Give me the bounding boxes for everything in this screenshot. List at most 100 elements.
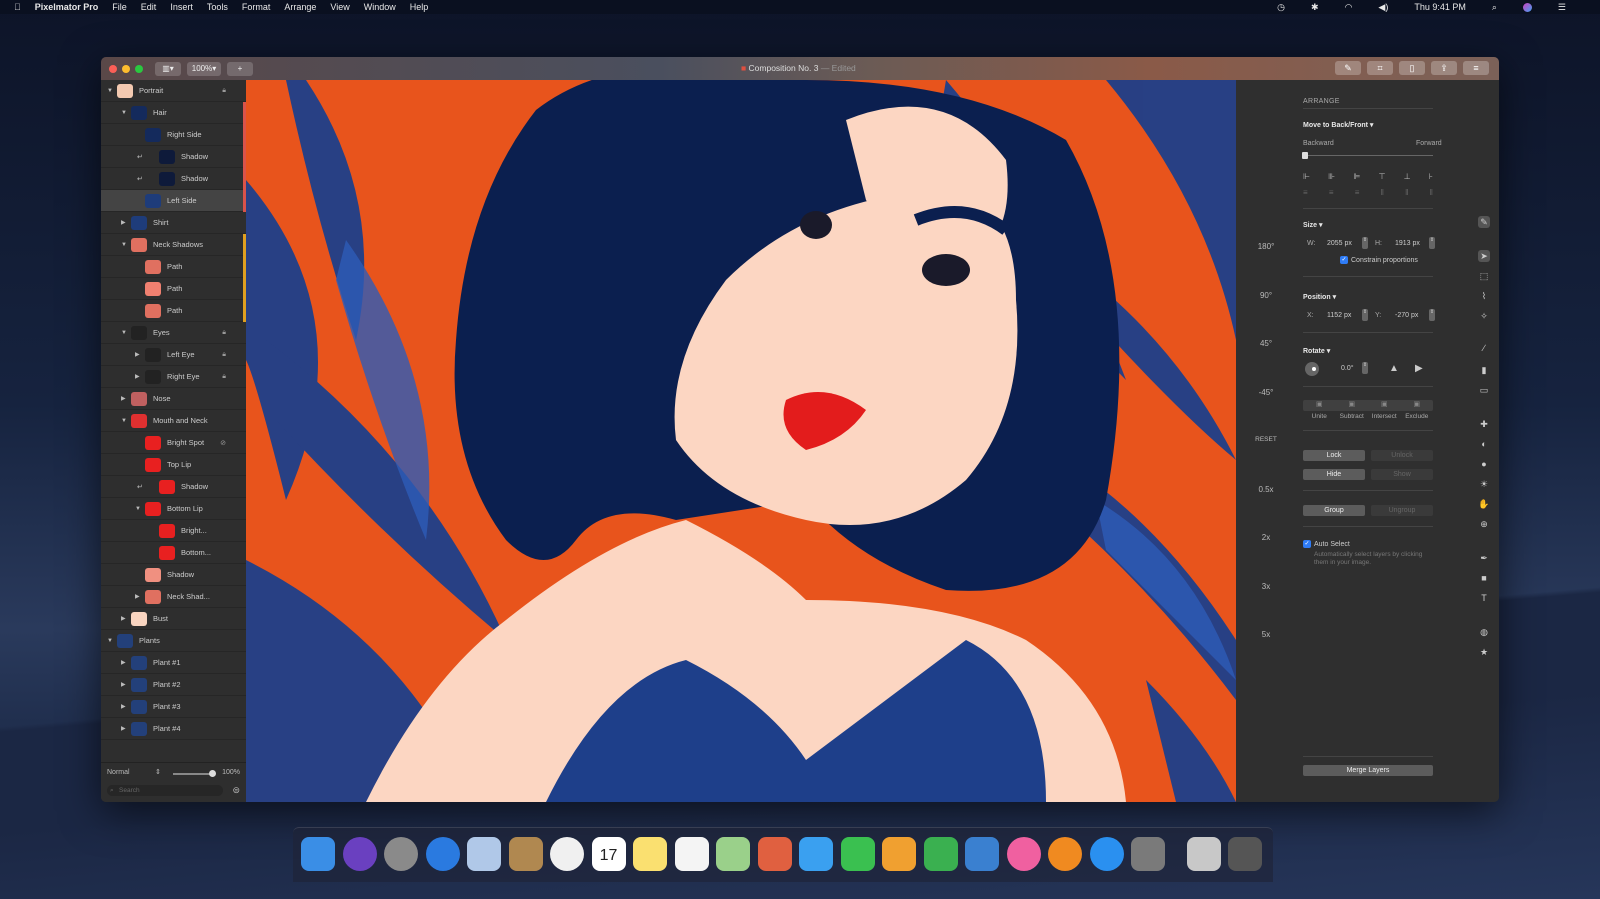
intersect-icon[interactable]: ▣ [1368, 400, 1401, 411]
type-tool-icon[interactable]: T [1478, 592, 1490, 604]
height-field[interactable]: 1913 px [1395, 240, 1420, 247]
flip-vertical-icon[interactable]: ▶ [1415, 363, 1423, 374]
exclude-button[interactable]: Exclude [1401, 413, 1434, 420]
tools-toggle-button[interactable]: ✎ [1335, 61, 1361, 75]
align-left-icon[interactable]: ⊩ [1303, 172, 1310, 181]
retouch-tool-icon[interactable]: ✚ [1478, 418, 1490, 430]
layer-row[interactable]: ↵ Shadow [101, 146, 246, 168]
app-menu[interactable]: Pixelmator Pro [35, 2, 99, 12]
marquee-tool-icon[interactable]: ⬚ [1478, 270, 1490, 282]
view-toggle-button[interactable]: ▥▾ [155, 61, 181, 76]
layer-row[interactable]: ▶ Nose [101, 388, 246, 410]
blend-mode-select[interactable]: Normal [107, 769, 130, 776]
disclosure-collapsed-icon[interactable]: ▶ [121, 659, 126, 666]
lasso-tool-icon[interactable]: ⌇ [1478, 290, 1490, 302]
move-back-front-dropdown[interactable]: Move to Back/Front ▾ [1303, 121, 1373, 129]
layer-row[interactable]: Top Lip [101, 454, 246, 476]
layer-row[interactable]: Left Side [101, 190, 246, 212]
disclosure-collapsed-icon[interactable]: ▶ [121, 395, 126, 402]
menu-view[interactable]: View [330, 2, 349, 12]
exclude-icon[interactable]: ▣ [1401, 400, 1434, 411]
rotate-stepper[interactable]: ⇕ [1362, 362, 1368, 374]
auto-select-checkbox[interactable]: ✓ Auto Select [1303, 540, 1350, 548]
lock-icon[interactable]: 🔒︎ [222, 351, 226, 359]
subtract-icon[interactable]: ▣ [1336, 400, 1369, 411]
dock-keynote-icon[interactable] [965, 837, 999, 871]
layer-row[interactable]: ↵ Shadow [101, 168, 246, 190]
width-stepper[interactable]: ⇕ [1362, 237, 1368, 249]
unite-button[interactable]: Unite [1303, 413, 1336, 420]
zoom-button[interactable] [135, 64, 143, 73]
dock-trash-icon[interactable] [1228, 837, 1262, 871]
dock-itunes-icon[interactable] [1006, 837, 1041, 871]
layer-row[interactable]: Path [101, 300, 246, 322]
layer-row[interactable]: ▼ Eyes 🔒︎ [101, 322, 246, 344]
layer-row[interactable]: ▶ Right Eye 🔒︎ [101, 366, 246, 388]
zoom-level-dropdown[interactable]: 100% ▾ [187, 61, 221, 76]
layer-row[interactable]: ▶ Plant #3 [101, 696, 246, 718]
ungroup-button[interactable]: Ungroup [1371, 505, 1433, 516]
zoom-preset-button[interactable]: 45° [1236, 339, 1296, 348]
layer-row[interactable]: ▼ Plants [101, 630, 246, 652]
disclosure-collapsed-icon[interactable]: ▶ [135, 351, 140, 358]
unite-icon[interactable]: ▣ [1303, 400, 1336, 411]
disclosure-collapsed-icon[interactable]: ▶ [121, 615, 126, 622]
constrain-proportions-checkbox[interactable]: ✓ Constrain proportions [1340, 256, 1418, 264]
layer-row[interactable]: ▼ Bottom Lip [101, 498, 246, 520]
disclosure-expanded-icon[interactable]: ▼ [121, 110, 127, 116]
disclosure-collapsed-icon[interactable]: ▶ [135, 373, 140, 380]
blur-tool-icon[interactable]: ● [1478, 458, 1490, 470]
merge-layers-button[interactable]: Merge Layers [1303, 765, 1433, 776]
shape-tool-icon[interactable]: ■ [1478, 572, 1490, 584]
rotate-field[interactable]: 0.0° [1341, 365, 1354, 372]
distribute-2-icon[interactable]: ≡ [1329, 188, 1334, 197]
color-adjust-tool-icon[interactable]: ◐ [1478, 438, 1490, 450]
group-button[interactable]: Group [1303, 505, 1365, 516]
dock-safari-icon[interactable] [425, 837, 460, 871]
styles-tool-icon[interactable]: ★ [1478, 646, 1490, 658]
dock-notes-icon[interactable] [633, 837, 667, 871]
lock-icon[interactable]: 🔒︎ [222, 87, 226, 95]
effects-tool-icon[interactable]: ◍ [1478, 626, 1490, 638]
notification-center-icon[interactable]: ☰ [1558, 2, 1566, 13]
disclosure-collapsed-icon[interactable]: ▶ [121, 725, 126, 732]
dock-photos-icon[interactable] [550, 837, 584, 871]
subtract-button[interactable]: Subtract [1336, 413, 1369, 420]
y-stepper[interactable]: ⇕ [1429, 309, 1435, 321]
menu-format[interactable]: Format [242, 2, 271, 12]
distribute-3-icon[interactable]: ≡ [1355, 188, 1360, 197]
light-tool-icon[interactable]: ☀ [1478, 478, 1490, 490]
zoom-preset-button[interactable]: RESET [1236, 436, 1296, 443]
dock-calendar-icon[interactable]: 17 [591, 837, 626, 871]
eraser-tool-icon[interactable]: ▭ [1478, 384, 1490, 396]
apple-menu-icon[interactable]:  [14, 2, 21, 12]
disclosure-expanded-icon[interactable]: ▼ [107, 638, 113, 644]
show-button[interactable]: Show [1371, 469, 1433, 480]
menu-insert[interactable]: Insert [170, 2, 193, 12]
dock-ibooks-icon[interactable] [1048, 837, 1082, 871]
width-field[interactable]: 2055 px [1327, 240, 1352, 247]
quick-select-tool-icon[interactable]: ✧ [1478, 310, 1490, 322]
arrange-slider[interactable] [1302, 152, 1433, 159]
lock-icon[interactable]: 🔒︎ [222, 373, 226, 381]
blend-mode-stepper-icon[interactable]: ⇕ [155, 768, 161, 776]
close-button[interactable] [109, 64, 117, 73]
zoom-preset-button[interactable]: 3x [1236, 582, 1296, 591]
siri-icon[interactable] [1522, 2, 1532, 12]
dock-facetime-icon[interactable] [840, 837, 875, 871]
paint-tool-icon[interactable]: ∕ [1478, 342, 1490, 354]
dock-mail-icon[interactable] [467, 837, 501, 871]
spotlight-icon[interactable]: ⌕ [1492, 2, 1497, 13]
layer-row[interactable]: ▶ Left Eye 🔒︎ [101, 344, 246, 366]
dock-finder-icon[interactable] [301, 837, 335, 871]
layer-row[interactable]: Shadow [101, 564, 246, 586]
y-field[interactable]: -270 px [1395, 312, 1418, 319]
dock-siri-icon[interactable] [342, 837, 377, 871]
hide-button[interactable]: Hide [1303, 469, 1365, 480]
wifi-icon[interactable]: ◠ [1345, 2, 1353, 13]
disclosure-collapsed-icon[interactable]: ▶ [121, 681, 126, 688]
clock[interactable]: Thu 9:41 PM [1414, 2, 1466, 12]
volume-icon[interactable]: ◀) [1378, 2, 1388, 13]
disclosure-expanded-icon[interactable]: ▼ [135, 506, 141, 512]
intersect-button[interactable]: Intersect [1368, 413, 1401, 420]
